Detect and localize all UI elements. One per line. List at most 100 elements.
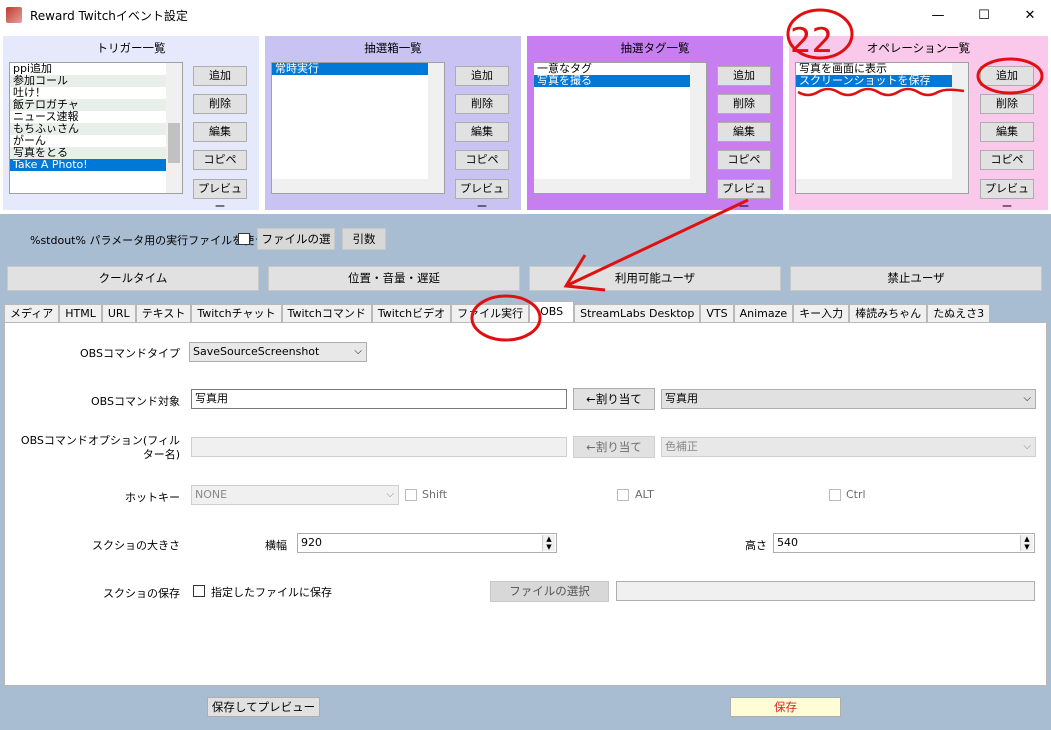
- lottery-copy-button[interactable]: コピペ: [455, 150, 509, 170]
- tags-preview-button[interactable]: プレビュー: [717, 179, 771, 213]
- trigger-copy-button[interactable]: コピペ: [193, 150, 247, 170]
- save-to-file-checkbox[interactable]: [193, 585, 205, 597]
- save-to-file-label: 指定したファイルに保存: [211, 586, 332, 599]
- tab-6[interactable]: Twitchビデオ: [371, 304, 452, 323]
- maximize-button[interactable]: ☐: [961, 0, 1007, 30]
- tags-panel: 抽選タグ一覧 一意なタグ 写真を撮る 追加 削除 編集 コピペ プレビュー: [527, 36, 783, 213]
- banned-users-button[interactable]: 禁止ユーザ: [790, 266, 1042, 291]
- hotkey-select[interactable]: NONE ⌵: [191, 485, 399, 505]
- operations-copy-button[interactable]: コピペ: [980, 150, 1034, 170]
- target-input[interactable]: 写真用: [191, 389, 567, 409]
- shift-label: Shift: [422, 488, 448, 501]
- lottery-panel: 抽選箱一覧 常時実行 追加 削除 編集 コピペ プレビュー: [265, 36, 521, 213]
- stdout-file-button[interactable]: ファイルの選: [257, 228, 335, 250]
- tab-8[interactable]: OBS: [529, 301, 575, 323]
- save-and-preview-button[interactable]: 保存してプレビュー: [207, 697, 320, 717]
- option-input[interactable]: [191, 437, 567, 457]
- operations-list-hscrollbar[interactable]: [796, 179, 968, 193]
- tab-5[interactable]: Twitchコマンド: [281, 304, 372, 323]
- operations-preview-button[interactable]: プレビュー: [980, 179, 1034, 213]
- tab-3[interactable]: テキスト: [135, 304, 192, 323]
- tab-12[interactable]: キー入力: [793, 304, 850, 323]
- file-path-input[interactable]: [616, 581, 1035, 601]
- operations-add-button[interactable]: 追加: [980, 66, 1034, 86]
- target-select[interactable]: 写真用 ⌵: [661, 389, 1036, 409]
- allowed-users-button[interactable]: 利用可能ユーザ: [529, 266, 781, 291]
- obs-tab-content: OBSコマンドタイプ SaveSourceScreenshot ⌵ OBSコマンド…: [4, 322, 1047, 686]
- tags-list[interactable]: 一意なタグ 写真を撮る: [533, 62, 707, 194]
- lottery-panel-title: 抽選箱一覧: [364, 41, 422, 55]
- tab-9[interactable]: StreamLabs Desktop: [574, 304, 701, 323]
- target-label: OBSコマンド対象: [91, 395, 180, 408]
- option-assign-button[interactable]: ←割り当て: [573, 436, 655, 458]
- height-input[interactable]: 540 ▲ ▼: [773, 533, 1035, 553]
- position-volume-delay-button[interactable]: 位置・音量・遅延: [268, 266, 520, 291]
- stdout-args-button[interactable]: 引数: [342, 228, 386, 250]
- lottery-list-scrollbar[interactable]: [428, 63, 444, 179]
- tags-add-button[interactable]: 追加: [717, 66, 771, 86]
- lottery-list-hscrollbar[interactable]: [272, 179, 444, 193]
- height-value: 540: [777, 536, 798, 549]
- minimize-button[interactable]: —: [915, 0, 961, 30]
- tab-7[interactable]: ファイル実行: [451, 304, 530, 323]
- hotkey-value: NONE: [195, 488, 228, 501]
- trigger-list-item[interactable]: Take A Photo!: [10, 159, 182, 171]
- trigger-edit-button[interactable]: 編集: [193, 122, 247, 142]
- operations-panel: オペレーション一覧 写真を画面に表示 スクリーンショットを保存 追加 削除 編集 …: [789, 36, 1048, 213]
- tags-edit-button[interactable]: 編集: [717, 122, 771, 142]
- trigger-delete-button[interactable]: 削除: [193, 94, 247, 114]
- trigger-list[interactable]: ppi追加 参加コール 吐け！ 飯テロガチャ ニュース速報 もちふぃさん がーん 写真をとる T…: [9, 62, 183, 194]
- operations-list[interactable]: 写真を画面に表示 スクリーンショットを保存: [795, 62, 969, 194]
- alt-label: ALT: [635, 488, 654, 501]
- tab-1[interactable]: HTML: [59, 304, 102, 323]
- lottery-add-button[interactable]: 追加: [455, 66, 509, 86]
- tags-list-item[interactable]: 写真を撮る: [534, 75, 706, 87]
- tab-10[interactable]: VTS: [700, 304, 734, 323]
- chevron-down-icon: ⌵: [386, 489, 394, 500]
- operations-delete-button[interactable]: 削除: [980, 94, 1034, 114]
- tab-0[interactable]: メディア: [4, 304, 60, 323]
- cooltime-button[interactable]: クールタイム: [7, 266, 259, 291]
- target-assign-button[interactable]: ←割り当て: [573, 388, 655, 410]
- tags-list-hscrollbar[interactable]: [534, 179, 706, 193]
- width-spinner[interactable]: ▲ ▼: [542, 535, 555, 551]
- operations-edit-button[interactable]: 編集: [980, 122, 1034, 142]
- tags-list-scrollbar[interactable]: [690, 63, 706, 179]
- bottom-bar: 保存してプレビュー 保存: [0, 688, 1051, 730]
- tab-2[interactable]: URL: [101, 304, 136, 323]
- width-input[interactable]: 920 ▲ ▼: [297, 533, 557, 553]
- hotkey-label: ホットキー: [125, 491, 180, 504]
- trigger-list-scrollbar[interactable]: [166, 63, 182, 193]
- ctrl-checkbox[interactable]: [829, 489, 841, 501]
- tab-4[interactable]: Twitchチャット: [191, 304, 282, 323]
- height-spinner[interactable]: ▲ ▼: [1020, 535, 1033, 551]
- tab-11[interactable]: Animaze: [733, 304, 794, 323]
- trigger-add-button[interactable]: 追加: [193, 66, 247, 86]
- alt-checkbox[interactable]: [617, 489, 629, 501]
- lottery-list-item[interactable]: 常時実行: [272, 63, 444, 75]
- title-bar: Reward Twitchイベント設定 — ☐ ✕: [0, 0, 1051, 30]
- lottery-preview-button[interactable]: プレビュー: [455, 179, 509, 213]
- tab-14[interactable]: たぬえさ3: [927, 304, 991, 323]
- lottery-delete-button[interactable]: 削除: [455, 94, 509, 114]
- trigger-preview-button[interactable]: プレビュー: [193, 179, 247, 213]
- tab-bar: メディア HTML URL テキスト Twitchチャット Twitchコマンド Twitc…: [4, 301, 991, 323]
- stdout-checkbox[interactable]: [238, 233, 250, 245]
- option-select-value: 色補正: [665, 440, 698, 453]
- tags-copy-button[interactable]: コピペ: [717, 150, 771, 170]
- close-button[interactable]: ✕: [1007, 0, 1051, 30]
- file-select-button[interactable]: ファイルの選択: [490, 581, 609, 602]
- lottery-edit-button[interactable]: 編集: [455, 122, 509, 142]
- option-select[interactable]: 色補正 ⌵: [661, 437, 1036, 457]
- lottery-list[interactable]: 常時実行: [271, 62, 445, 194]
- shift-checkbox[interactable]: [405, 489, 417, 501]
- operations-list-scrollbar[interactable]: [952, 63, 968, 179]
- tab-13[interactable]: 棒読みちゃん: [849, 304, 928, 323]
- ops-list-item[interactable]: スクリーンショットを保存: [796, 75, 968, 87]
- cmd-type-select[interactable]: SaveSourceScreenshot ⌵: [189, 342, 367, 362]
- save-button[interactable]: 保存: [730, 697, 841, 717]
- tags-delete-button[interactable]: 削除: [717, 94, 771, 114]
- stdout-label: %stdout% パラメータ用の実行ファイルを使う: [30, 234, 266, 247]
- save-label: スクショの保存: [103, 587, 180, 600]
- tags-panel-title: 抽選タグ一覧: [620, 41, 690, 55]
